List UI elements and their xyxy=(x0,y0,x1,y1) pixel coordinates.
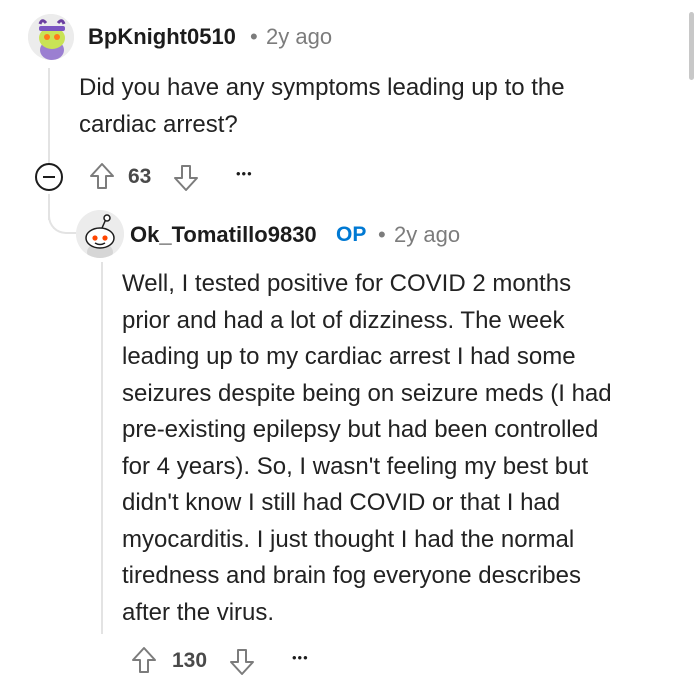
ellipsis-icon: ••• xyxy=(292,650,309,665)
arrow-up-icon[interactable] xyxy=(88,161,116,191)
comment-body-line: after the virus. xyxy=(122,598,275,626)
thread-line-parent xyxy=(48,68,50,164)
comment-body-line: for 4 years). So, I wasn't feeling my be… xyxy=(122,452,589,480)
snoo-avatar-icon xyxy=(76,210,124,258)
comment-body: Did you have any symptoms leading up to … xyxy=(79,70,659,143)
comment-body-line: leading up to my cardiac arrest I had so… xyxy=(122,343,576,370)
ellipsis-icon: ••• xyxy=(236,166,253,181)
thread-line-reply xyxy=(101,262,103,634)
scrollbar[interactable] xyxy=(689,12,694,80)
comment-body-line: tiredness and brain fog everyone describ… xyxy=(122,562,581,589)
thread-line-elbow xyxy=(48,196,80,234)
avatar[interactable] xyxy=(76,210,124,258)
vote-count: 130 xyxy=(172,649,208,672)
arrow-up-icon[interactable] xyxy=(130,645,158,675)
avatar[interactable] xyxy=(28,14,74,60)
meta-separator: • xyxy=(250,24,258,49)
more-options-button[interactable]: ••• xyxy=(236,166,253,181)
comment-timestamp: 2y ago xyxy=(266,24,333,49)
comment-body-line: Did you have any symptoms leading up to … xyxy=(79,74,565,101)
op-badge: OP xyxy=(336,223,367,246)
comment-body-line: myocarditis. I just thought I had the no… xyxy=(122,525,575,553)
minus-circle-icon[interactable] xyxy=(34,162,64,192)
arrow-down-icon[interactable] xyxy=(172,163,200,193)
meta-separator: • xyxy=(378,222,386,247)
snoo-avatar-icon xyxy=(28,14,74,60)
comment-body-line: pre-existing epilepsy but had been contr… xyxy=(122,416,599,443)
comment-body-line: prior and had a lot of dizziness. The we… xyxy=(122,306,565,334)
comment-body: Well, I tested positive for COVID 2 mont… xyxy=(122,266,682,631)
comment-body-line: seizures despite being on seizure meds (… xyxy=(122,379,612,407)
more-options-button[interactable]: ••• xyxy=(292,650,309,665)
arrow-down-icon[interactable] xyxy=(228,647,256,677)
vote-count: 63 xyxy=(128,165,152,188)
comment-author[interactable]: BpKnight0510 xyxy=(88,24,236,50)
comment-body-line: didn't know I still had COVID or that I … xyxy=(122,489,561,516)
comment-body-line: cardiac arrest? xyxy=(79,110,238,138)
comment-timestamp: 2y ago xyxy=(394,222,461,247)
comment-body-line: Well, I tested positive for COVID 2 mont… xyxy=(122,270,572,297)
comment-author[interactable]: Ok_Tomatillo9830 xyxy=(130,222,317,248)
